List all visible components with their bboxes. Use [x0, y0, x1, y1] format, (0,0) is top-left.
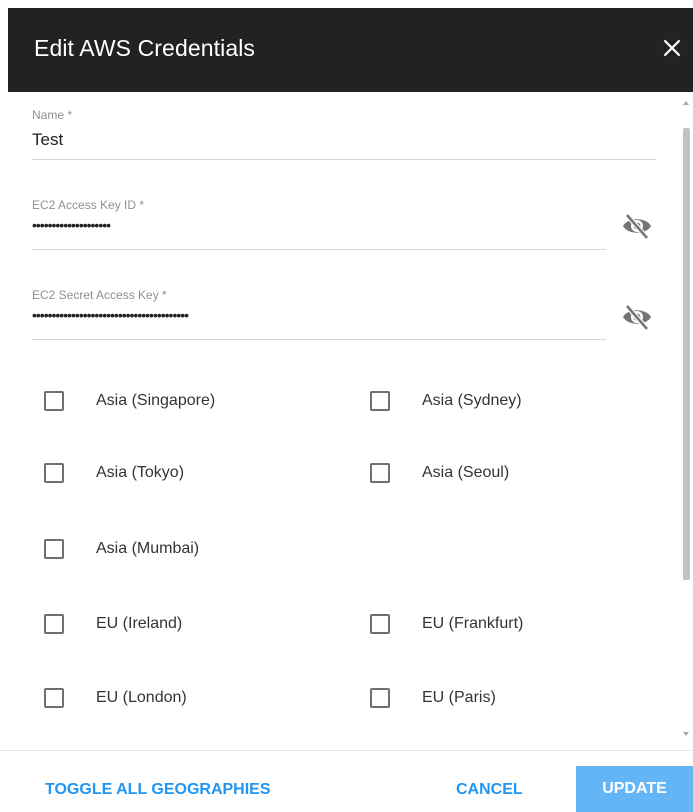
checkbox-box[interactable] [370, 463, 390, 483]
region-label: EU (Frankfurt) [422, 615, 524, 632]
checkbox-box[interactable] [44, 614, 64, 634]
dialog-title: Edit AWS Credentials [34, 35, 256, 61]
checkbox-box[interactable] [370, 614, 390, 634]
access-key-input[interactable]: •••••••••••••••••••• [32, 217, 111, 233]
update-button[interactable]: UPDATE [576, 766, 693, 812]
scrollbar-thumb[interactable] [683, 128, 690, 580]
cancel-button[interactable]: CANCEL [456, 781, 523, 799]
checkbox-box[interactable] [44, 391, 64, 411]
dialog-footer: TOGGLE ALL GEOGRAPHIES CANCEL UPDATE [0, 750, 693, 812]
checkbox-box[interactable] [370, 688, 390, 708]
name-field[interactable]: Name * Test [32, 108, 656, 162]
region-label: Asia (Tokyo) [96, 464, 185, 481]
region-label: Asia (Seoul) [422, 464, 510, 481]
name-underline [32, 159, 656, 160]
checkbox-box[interactable] [44, 463, 64, 483]
secret-key-input[interactable]: •••••••••••••••••••••••••••••••••••••••• [32, 307, 189, 323]
eye-off-icon[interactable] [620, 211, 654, 241]
region-checkbox-eu-frankfurt[interactable]: EU (Frankfurt) [370, 609, 523, 639]
toggle-all-geographies-button[interactable]: TOGGLE ALL GEOGRAPHIES [45, 781, 271, 799]
secret-key-underline [32, 339, 606, 340]
region-label: EU (London) [96, 689, 187, 706]
region-label: Asia (Mumbai) [96, 540, 200, 557]
region-checkbox-eu-ireland[interactable]: EU (Ireland) [44, 609, 182, 639]
access-key-field[interactable]: EC2 Access Key ID * •••••••••••••••••••• [32, 198, 606, 252]
region-label: EU (Paris) [422, 689, 496, 706]
region-checkbox-asia-mumbai[interactable]: Asia (Mumbai) [44, 534, 199, 564]
region-checkbox-asia-sydney[interactable]: Asia (Sydney) [370, 386, 522, 416]
dialog-header: Edit AWS Credentials [8, 8, 693, 92]
secret-key-label: EC2 Secret Access Key * [32, 288, 167, 302]
scroll-down-arrow[interactable] [683, 732, 689, 736]
checkbox-box[interactable] [44, 688, 64, 708]
region-label: Asia (Singapore) [96, 392, 216, 409]
checkbox-box[interactable] [44, 539, 64, 559]
region-checkbox-asia-singapore[interactable]: Asia (Singapore) [44, 386, 215, 416]
region-checkbox-eu-london[interactable]: EU (London) [44, 683, 187, 713]
eye-off-icon[interactable] [620, 302, 654, 332]
region-checkbox-asia-tokyo[interactable]: Asia (Tokyo) [44, 458, 184, 488]
region-checkbox-asia-seoul[interactable]: Asia (Seoul) [370, 458, 509, 488]
name-label: Name * [32, 108, 73, 122]
secret-key-field[interactable]: EC2 Secret Access Key * ••••••••••••••••… [32, 288, 606, 342]
scrollbar[interactable] [680, 92, 693, 748]
close-icon[interactable] [659, 35, 685, 61]
access-key-underline [32, 249, 606, 250]
checkbox-box[interactable] [370, 391, 390, 411]
name-input[interactable]: Test [32, 130, 63, 150]
region-checkbox-eu-paris[interactable]: EU (Paris) [370, 683, 496, 713]
scroll-up-arrow[interactable] [683, 101, 689, 105]
access-key-label: EC2 Access Key ID * [32, 198, 145, 212]
dialog-content: Name * Test EC2 Access Key ID * ••••••••… [0, 92, 680, 752]
region-label: EU (Ireland) [96, 615, 183, 632]
region-label: Asia (Sydney) [422, 392, 522, 409]
